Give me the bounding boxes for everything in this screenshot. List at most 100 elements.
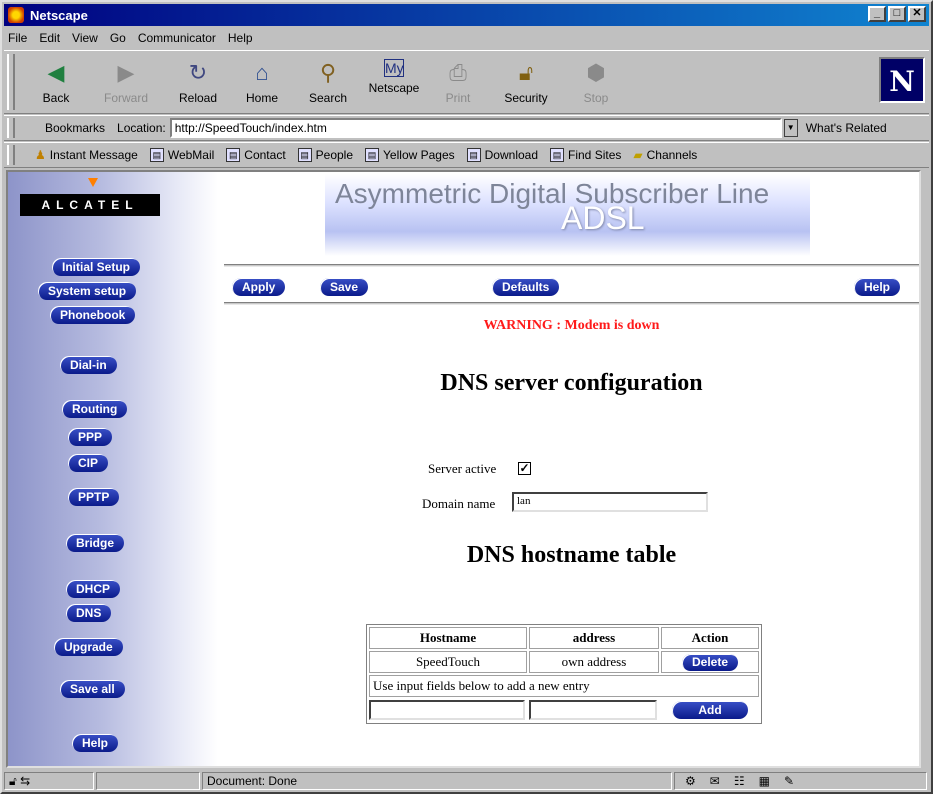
bookmark-page-icon: ▤ [365, 148, 380, 162]
dns-hostname-table: Hostname address Action SpeedTouch own a… [366, 624, 762, 724]
sidebar-item-initial-setup[interactable]: Initial Setup [52, 258, 141, 276]
personal-item-channels[interactable]: ▰ Channels [633, 148, 697, 162]
table-hint-row: Use input fields below to add a new entr… [369, 675, 759, 697]
netscape-icon: My [384, 59, 404, 77]
sidebar-item-routing[interactable]: Routing [62, 400, 128, 418]
banner-adsl: ADSL [561, 200, 645, 236]
toolbar-grip[interactable] [7, 118, 15, 138]
sidebar-item-system-setup[interactable]: System setup [38, 282, 137, 300]
menu-communicator[interactable]: Communicator [138, 31, 216, 45]
netscape-app-icon [8, 7, 24, 23]
personal-item-find-sites[interactable]: ▤ Find Sites [550, 148, 621, 162]
stop-button[interactable]: ⬢ Stop [564, 57, 628, 111]
sidebar-item-save-all[interactable]: Save all [60, 680, 125, 698]
print-button[interactable]: ⎙ Print [426, 57, 490, 111]
bookmarks-button[interactable]: Bookmarks [45, 121, 105, 135]
netscape-logo[interactable]: N [879, 57, 925, 103]
maximize-button[interactable]: □ [888, 6, 906, 22]
reload-icon: ↻ [188, 60, 208, 85]
progress-box [96, 772, 200, 790]
sidebar-item-help[interactable]: Help [72, 734, 119, 752]
forward-arrow-icon: ▶ [117, 60, 135, 85]
new-hostname-input[interactable] [369, 700, 525, 720]
save-button[interactable]: Save [320, 278, 369, 296]
discussions-icon[interactable]: ☷ [734, 774, 745, 788]
title-bar: Netscape _ □ ✕ [4, 4, 929, 26]
browser-window: Netscape _ □ ✕ File Edit View Go Communi… [0, 0, 933, 794]
connection-status-icon: 🔓︎ ⇆ [4, 772, 94, 790]
table-header-row: Hostname address Action [369, 627, 759, 649]
mail-icon[interactable]: ✉ [710, 774, 720, 788]
personal-item-download[interactable]: ▤ Download [466, 148, 538, 162]
url-dropdown-icon[interactable]: ▼ [783, 119, 798, 137]
whats-related-button[interactable]: What's Related [806, 121, 887, 135]
help-button[interactable]: Help [854, 278, 901, 296]
personal-item-yellow-pages[interactable]: ▤ Yellow Pages [365, 148, 455, 162]
sidebar-item-bridge[interactable]: Bridge [66, 534, 125, 552]
add-button[interactable]: Add [672, 701, 748, 719]
reload-button[interactable]: ↻ Reload [166, 57, 230, 111]
status-text: Document: Done [202, 772, 672, 790]
sidebar-item-dhcp[interactable]: DHCP [66, 580, 121, 598]
server-active-label: Server active [428, 461, 497, 476]
delete-button[interactable]: Delete [681, 653, 739, 671]
table-row: SpeedTouch own address Delete [369, 651, 759, 673]
hostname-cell: SpeedTouch [369, 651, 527, 673]
menu-file[interactable]: File [8, 31, 27, 45]
column-header-hostname: Hostname [369, 627, 527, 649]
lock-icon: 🔓︎ [518, 60, 534, 85]
apply-button[interactable]: Apply [232, 278, 286, 296]
defaults-button[interactable]: Defaults [492, 278, 560, 296]
personal-item-people[interactable]: ▤ People [297, 148, 353, 162]
toolbar-grip[interactable] [7, 145, 15, 165]
banner-title: Asymmetric Digital Subscriber Line [335, 178, 770, 209]
new-address-input[interactable] [529, 700, 657, 720]
personal-toolbar: ♟ Instant Message ▤ WebMail ▤ Contact ▤ Peop… [4, 142, 929, 168]
navigator-icon[interactable]: ⚙ [685, 774, 696, 788]
sidebar-nav: ALCATEL Initial Setup System setup Phone… [8, 172, 218, 766]
sidebar-item-pptp[interactable]: PPTP [68, 488, 120, 506]
bookmark-page-icon: ▤ [550, 148, 565, 162]
folder-icon: ▰ [633, 148, 643, 162]
back-button[interactable]: ◀ Back [24, 57, 88, 111]
home-button[interactable]: ⌂ Home [230, 57, 294, 111]
url-input[interactable]: http://SpeedTouch/index.htm [169, 118, 782, 138]
personal-item-webmail[interactable]: ▤ WebMail [149, 148, 214, 162]
personal-item-instant-message[interactable]: ♟ Instant Message [35, 148, 138, 162]
add-entry-hint: Use input fields below to add a new entr… [369, 675, 759, 697]
stop-icon: ⬢ [586, 60, 606, 85]
domain-name-input[interactable]: lan [512, 492, 708, 512]
close-button[interactable]: ✕ [908, 6, 926, 22]
bookmark-page-icon: ▤ [226, 148, 241, 162]
composer-icon[interactable]: ✎ [784, 774, 794, 788]
back-arrow-icon: ◀ [47, 60, 65, 85]
address-book-icon[interactable]: ▦ [759, 774, 770, 788]
netscape-button[interactable]: My Netscape [362, 57, 426, 111]
menu-edit[interactable]: Edit [39, 31, 60, 45]
page-title: DNS server configuration [440, 370, 703, 396]
security-button[interactable]: 🔓︎ Security [494, 57, 558, 111]
menu-view[interactable]: View [72, 31, 98, 45]
menu-help[interactable]: Help [228, 31, 253, 45]
search-icon: ⚲ [319, 60, 337, 85]
toolbar-grip[interactable] [7, 54, 15, 110]
domain-name-label: Domain name [422, 496, 496, 511]
sidebar-item-cip[interactable]: CIP [68, 454, 109, 472]
menu-go[interactable]: Go [110, 31, 126, 45]
sidebar-item-ppp[interactable]: PPP [68, 428, 113, 446]
sidebar-item-upgrade[interactable]: Upgrade [54, 638, 123, 656]
location-toolbar: Bookmarks Location: http://SpeedTouch/in… [4, 115, 929, 141]
column-header-address: address [529, 627, 659, 649]
add-entry-row: Add [369, 699, 759, 721]
minimize-button[interactable]: _ [868, 6, 886, 22]
personal-item-contact[interactable]: ▤ Contact [226, 148, 286, 162]
sidebar-item-phonebook[interactable]: Phonebook [50, 306, 136, 324]
sidebar-item-dial-in[interactable]: Dial-in [60, 356, 117, 374]
forward-button[interactable]: ▶ Forward [94, 57, 158, 111]
server-active-checkbox[interactable]: ✓ [518, 462, 531, 475]
bookmark-page-icon: ▤ [466, 148, 481, 162]
alcatel-logo: ALCATEL [20, 194, 160, 216]
search-button[interactable]: ⚲ Search [296, 57, 360, 111]
sidebar-item-dns[interactable]: DNS [66, 604, 112, 622]
warning-message: WARNING : Modem is down [483, 318, 660, 333]
